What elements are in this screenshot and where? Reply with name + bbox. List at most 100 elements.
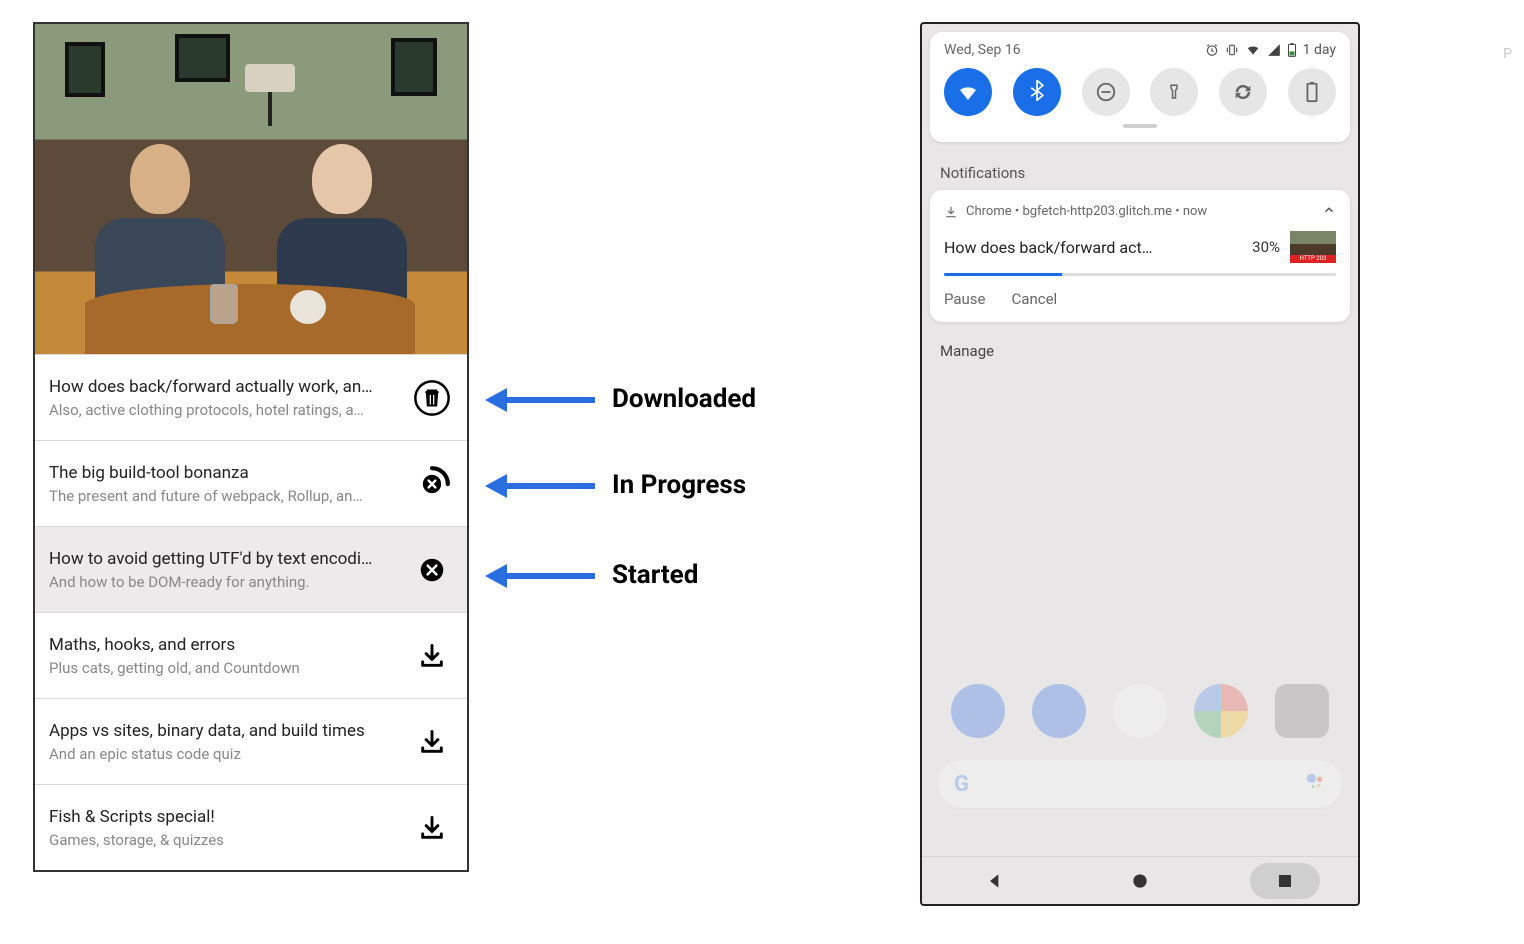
arrow-in-progress [485, 466, 595, 506]
square-icon [1276, 872, 1294, 890]
hero-thumbnail [35, 24, 467, 354]
status-bar: Wed, Sep 16 1 day [944, 42, 1336, 58]
quick-settings-toggles [944, 68, 1336, 116]
chrome-app-icon [1194, 684, 1248, 738]
episode-title: Maths, hooks, and errors [49, 635, 403, 655]
flashlight-icon [1165, 81, 1183, 103]
episode-row[interactable]: Apps vs sites, binary data, and build ti… [35, 698, 467, 784]
episode-row[interactable]: How does back/forward actually work, an…… [35, 354, 467, 440]
episode-subtitle: Games, storage, & quizzes [49, 831, 403, 849]
arrow-started [485, 556, 595, 596]
home-button[interactable] [1105, 863, 1175, 899]
notifications-header: Notifications [922, 150, 1358, 190]
label-downloaded: Downloaded [612, 384, 756, 414]
episode-subtitle: Plus cats, getting old, and Countdown [49, 659, 403, 677]
bluetooth-icon [1027, 80, 1047, 104]
cancel-button[interactable]: Cancel [1012, 290, 1058, 308]
episode-subtitle: Also, active clothing protocols, hotel r… [49, 401, 403, 419]
circle-icon [1130, 871, 1150, 891]
table [85, 284, 415, 354]
android-notification-shade: Wed, Sep 16 1 day Notifications Chrome • [920, 22, 1360, 906]
episode-list: How does back/forward actually work, an…… [35, 354, 467, 870]
glass [210, 284, 238, 324]
download-icon [944, 205, 958, 219]
episode-status-button[interactable] [411, 814, 453, 842]
notification-percent: 30% [1252, 238, 1280, 256]
flashlight-toggle[interactable] [1150, 68, 1198, 116]
download-notification[interactable]: Chrome • bgfetch-http203.glitch.me • now… [930, 190, 1350, 322]
cancel-icon [417, 555, 447, 585]
back-icon [985, 871, 1005, 891]
download-icon [418, 814, 446, 842]
status-date: Wed, Sep 16 [944, 42, 1021, 58]
label-in-progress: In Progress [612, 470, 746, 500]
episode-title: How to avoid getting UTF'd by text encod… [49, 549, 403, 569]
drag-handle[interactable] [1123, 124, 1157, 128]
episode-subtitle: The present and future of webpack, Rollu… [49, 487, 403, 505]
navigation-bar [922, 856, 1358, 904]
phone-app-icon [951, 684, 1005, 738]
episode-status-button[interactable] [411, 555, 453, 585]
stray-letter: P [1503, 46, 1512, 62]
episode-status-button[interactable] [411, 728, 453, 756]
episode-status-button[interactable] [411, 642, 453, 670]
episode-row[interactable]: How to avoid getting UTF'd by text encod… [35, 526, 467, 612]
notification-title: How does back/forward act… [944, 238, 1242, 257]
episode-row[interactable]: Maths, hooks, and errors Plus cats, getti… [35, 612, 467, 698]
rotate-icon [1232, 81, 1254, 103]
recents-button[interactable] [1250, 863, 1320, 899]
episode-list-app: How does back/forward actually work, an…… [33, 22, 469, 872]
back-button[interactable] [960, 863, 1030, 899]
play-store-icon [1113, 684, 1167, 738]
download-icon [418, 642, 446, 670]
download-icon [418, 728, 446, 756]
wifi-icon [1245, 43, 1261, 57]
quick-settings-panel: Wed, Sep 16 1 day [930, 32, 1350, 142]
notification-source-row: Chrome • bgfetch-http203.glitch.me • now [944, 202, 1336, 221]
episode-status-button[interactable] [411, 378, 453, 418]
alarm-icon [1205, 43, 1219, 57]
manage-button[interactable]: Manage [922, 322, 1358, 380]
label-started: Started [612, 560, 698, 590]
picture-frame [65, 42, 105, 97]
lamp [245, 64, 295, 124]
battery-icon [1287, 43, 1297, 57]
battery-text: 1 day [1303, 42, 1336, 58]
google-logo-icon: G [954, 772, 969, 797]
notification-thumbnail [1290, 231, 1336, 263]
wifi-toggle[interactable] [944, 68, 992, 116]
episode-subtitle: And how to be DOM-ready for anything. [49, 573, 403, 591]
camera-app-icon [1275, 684, 1329, 738]
chevron-up-icon[interactable] [1322, 202, 1336, 221]
arrow-downloaded [485, 380, 595, 420]
status-icons: 1 day [1205, 42, 1336, 58]
episode-subtitle: And an epic status code quiz [49, 745, 403, 763]
episode-title: Apps vs sites, binary data, and build ti… [49, 721, 403, 741]
episode-status-button[interactable] [411, 464, 453, 504]
notification-source: Chrome • bgfetch-http203.glitch.me • now [966, 204, 1207, 219]
search-pill: G [938, 760, 1342, 808]
wifi-icon [956, 80, 980, 104]
assistant-icon [1304, 771, 1326, 797]
messages-app-icon [1032, 684, 1086, 738]
battery-saver-toggle[interactable] [1288, 68, 1336, 116]
episode-title: The big build-tool bonanza [49, 463, 403, 483]
dnd-icon [1095, 81, 1117, 103]
bluetooth-toggle[interactable] [1013, 68, 1061, 116]
progress-bar [944, 273, 1336, 276]
autorotate-toggle[interactable] [1219, 68, 1267, 116]
trash-icon [412, 378, 452, 418]
battery-icon [1305, 81, 1319, 103]
vibrate-icon [1225, 43, 1239, 57]
episode-title: Fish & Scripts special! [49, 807, 403, 827]
episode-row[interactable]: The big build-tool bonanza The present an… [35, 440, 467, 526]
episode-row[interactable]: Fish & Scripts special! Games, storage, &… [35, 784, 467, 870]
cell-signal-icon [1267, 43, 1281, 57]
dnd-toggle[interactable] [1082, 68, 1130, 116]
episode-title: How does back/forward actually work, an… [49, 377, 403, 397]
pause-button[interactable]: Pause [944, 290, 986, 308]
picture-frame [391, 38, 437, 96]
picture-frame [175, 34, 230, 82]
cup [290, 290, 326, 324]
progress-cancel-icon [412, 464, 452, 504]
